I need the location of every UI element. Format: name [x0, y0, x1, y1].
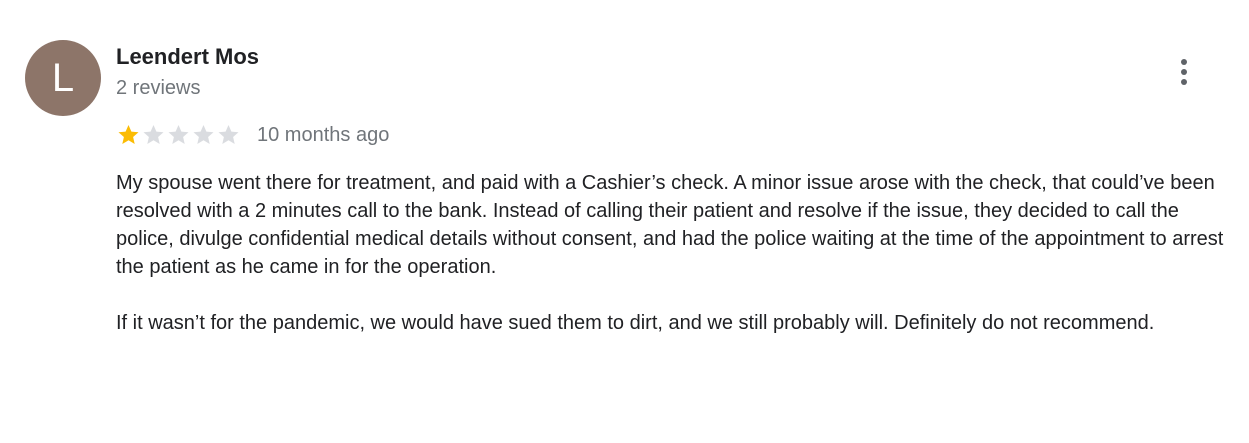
review-header: Leendert Mos 2 reviews [116, 42, 259, 102]
review-count[interactable]: 2 reviews [116, 74, 259, 102]
avatar-letter: L [51, 56, 75, 100]
star-empty-icon [193, 125, 214, 144]
star-empty-icon [143, 125, 164, 144]
more-vert-icon [1181, 59, 1187, 85]
review-date: 10 months ago [257, 124, 390, 146]
review-text: My spouse went there for treatment, and … [116, 169, 1241, 337]
star-empty-icon [218, 125, 239, 144]
avatar[interactable]: L [25, 40, 101, 116]
review-card: L Leendert Mos 2 reviews 10 months ago M… [0, 0, 1249, 443]
star-empty-icon [168, 125, 189, 144]
more-options-button[interactable] [1166, 56, 1202, 92]
review-paragraph: My spouse went there for treatment, and … [116, 172, 1224, 278]
review-paragraph: If it wasn’t for the pandemic, we would … [116, 312, 1155, 334]
star-filled-icon [118, 125, 139, 144]
star-rating [116, 123, 241, 147]
author-name[interactable]: Leendert Mos [116, 42, 259, 72]
rating-row: 10 months ago [116, 120, 389, 150]
